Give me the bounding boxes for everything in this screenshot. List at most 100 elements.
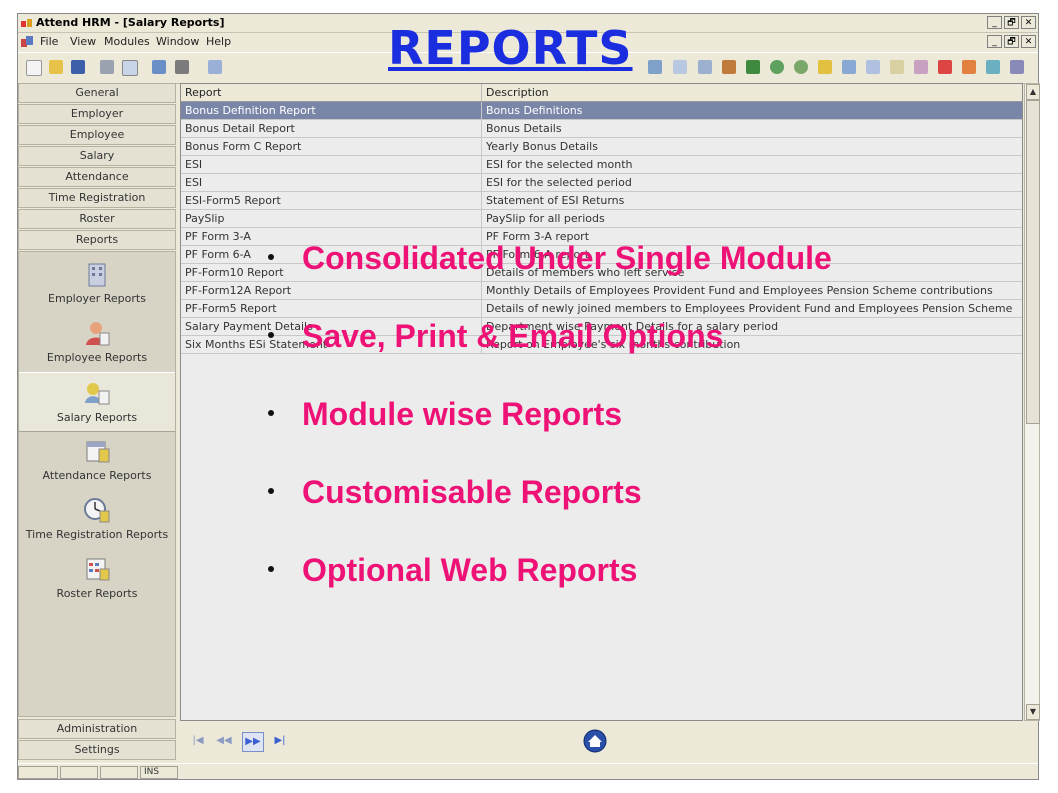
- module-icon-1[interactable]: [648, 60, 662, 74]
- table-row[interactable]: PaySlip PaySlip for all periods: [181, 210, 1022, 228]
- next-record-button[interactable]: ▶▶: [242, 732, 264, 752]
- module-icon-11[interactable]: [890, 60, 904, 74]
- bullet-text: Consolidated Under Single Module: [302, 240, 832, 276]
- sub-item-salary-reports[interactable]: Salary Reports: [19, 372, 175, 432]
- module-icon-14[interactable]: [962, 60, 976, 74]
- table-row[interactable]: PF-Form12A Report Monthly Details of Empl…: [181, 282, 1022, 300]
- nav-administration[interactable]: Administration: [18, 719, 176, 739]
- report-name-cell: PF-Form5 Report: [181, 300, 482, 318]
- bullet-text: Customisable Reports: [302, 474, 642, 510]
- module-icon-2[interactable]: [673, 60, 687, 74]
- document-window-icon: [21, 36, 33, 47]
- print-preview-icon[interactable]: [122, 60, 138, 76]
- table-row[interactable]: PF-Form5 Report Details of newly joined m…: [181, 300, 1022, 318]
- restore-button[interactable]: 🗗: [1004, 16, 1019, 29]
- module-icon-16[interactable]: [1010, 60, 1024, 74]
- open-folder-icon[interactable]: [49, 60, 63, 74]
- nav-attendance[interactable]: Attendance: [18, 167, 176, 187]
- tools-icon[interactable]: [175, 60, 189, 74]
- close-button[interactable]: ✕: [1021, 16, 1036, 29]
- vertical-scrollbar[interactable]: ▲ ▼: [1024, 83, 1040, 721]
- module-icon-10[interactable]: [866, 60, 880, 74]
- navigation-panel: General Employer Employee Salary Attenda…: [18, 83, 178, 763]
- print-icon[interactable]: [100, 60, 114, 74]
- salary-icon: [85, 383, 110, 405]
- record-navigator: |◀ ◀◀ ▶▶ ▶|: [180, 722, 1040, 760]
- save-icon[interactable]: [71, 60, 85, 74]
- report-description-cell: Bonus Details: [486, 122, 562, 135]
- scroll-thumb[interactable]: [1026, 100, 1040, 424]
- report-name-cell: Bonus Detail Report: [181, 120, 482, 138]
- roster-icon: [86, 558, 110, 581]
- new-document-icon[interactable]: [26, 60, 42, 76]
- status-bar: INS: [18, 763, 1038, 781]
- sub-item-roster-reports[interactable]: Roster Reports: [19, 549, 175, 607]
- nav-salary[interactable]: Salary: [18, 146, 176, 166]
- report-name-cell: Bonus Definition Report: [181, 102, 482, 120]
- status-panel-1: [18, 766, 58, 779]
- report-description-cell: Bonus Definitions: [486, 104, 583, 117]
- reports-sub-list: Employer Reports Employee Reports Salary…: [18, 251, 176, 717]
- menu-file[interactable]: File: [40, 35, 58, 49]
- module-icon-12[interactable]: [914, 60, 928, 74]
- sub-item-employer-reports[interactable]: Employer Reports: [19, 254, 175, 312]
- report-description-cell: Monthly Details of Employees Provident F…: [486, 284, 993, 297]
- last-record-button[interactable]: ▶|: [270, 732, 290, 750]
- scroll-down-arrow-icon[interactable]: ▼: [1026, 704, 1040, 720]
- nav-roster[interactable]: Roster: [18, 209, 176, 229]
- module-icon-5[interactable]: [746, 60, 760, 74]
- person-icon: [86, 322, 110, 346]
- bullet-dot-icon: [268, 332, 274, 338]
- table-row[interactable]: ESI-Form5 Report Statement of ESI Returns: [181, 192, 1022, 210]
- nav-employer[interactable]: Employer: [18, 104, 176, 124]
- module-icon-9[interactable]: [842, 60, 856, 74]
- table-row[interactable]: ESI ESI for the selected month: [181, 156, 1022, 174]
- sub-item-attendance-reports[interactable]: Attendance Reports: [19, 431, 175, 489]
- nav-settings[interactable]: Settings: [18, 740, 176, 760]
- scroll-up-arrow-icon[interactable]: ▲: [1026, 84, 1040, 100]
- edit-icon[interactable]: [152, 60, 166, 74]
- nav-time-registration[interactable]: Time Registration: [18, 188, 176, 208]
- column-header-report[interactable]: Report: [181, 84, 482, 101]
- child-close-button[interactable]: ✕: [1021, 35, 1036, 48]
- report-description-cell: Yearly Bonus Details: [486, 140, 598, 153]
- module-icon-3[interactable]: [698, 60, 712, 74]
- report-name-cell: Bonus Form C Report: [181, 138, 482, 156]
- module-icon-15[interactable]: [986, 60, 1000, 74]
- bullet-dot-icon: [268, 410, 274, 416]
- first-record-button[interactable]: |◀: [188, 732, 208, 750]
- window-controls: _ 🗗 ✕: [987, 16, 1036, 29]
- table-row[interactable]: Bonus Detail Report Bonus Details: [181, 120, 1022, 138]
- home-icon[interactable]: [583, 729, 607, 753]
- table-row[interactable]: ESI ESI for the selected period: [181, 174, 1022, 192]
- module-icon-13[interactable]: [938, 60, 952, 74]
- menu-view[interactable]: View: [70, 35, 96, 49]
- module-icon-7[interactable]: [794, 60, 808, 74]
- menu-help[interactable]: Help: [206, 35, 231, 49]
- module-icon-4[interactable]: [722, 60, 736, 74]
- report-description-cell: ESI for the selected period: [486, 176, 632, 189]
- menu-window[interactable]: Window: [156, 35, 199, 49]
- exit-icon[interactable]: [208, 60, 222, 74]
- sub-item-employee-reports[interactable]: Employee Reports: [19, 313, 175, 371]
- nav-general[interactable]: General: [18, 83, 176, 103]
- column-header-description[interactable]: Description: [482, 84, 1022, 101]
- table-row[interactable]: Bonus Form C Report Yearly Bonus Details: [181, 138, 1022, 156]
- module-icon-6[interactable]: [770, 60, 784, 74]
- child-restore-button[interactable]: 🗗: [1004, 35, 1019, 48]
- calendar-icon: [86, 441, 110, 463]
- bullet-dot-icon: [268, 254, 274, 260]
- menu-modules[interactable]: Modules: [104, 35, 150, 49]
- insert-mode-indicator: INS: [140, 766, 178, 779]
- status-panel-2: [60, 766, 98, 779]
- sub-item-time-registration-reports[interactable]: Time Registration Reports: [19, 490, 175, 548]
- nav-employee[interactable]: Employee: [18, 125, 176, 145]
- sub-item-label: Employee Reports: [46, 351, 148, 364]
- nav-reports[interactable]: Reports: [18, 230, 176, 250]
- table-row[interactable]: Bonus Definition Report Bonus Definitions: [181, 102, 1022, 120]
- child-minimize-button[interactable]: _: [987, 35, 1002, 48]
- previous-record-button[interactable]: ◀◀: [214, 732, 234, 750]
- bullet-text: Save, Print & Email Options: [302, 318, 724, 354]
- minimize-button[interactable]: _: [987, 16, 1002, 29]
- module-icon-8[interactable]: [818, 60, 832, 74]
